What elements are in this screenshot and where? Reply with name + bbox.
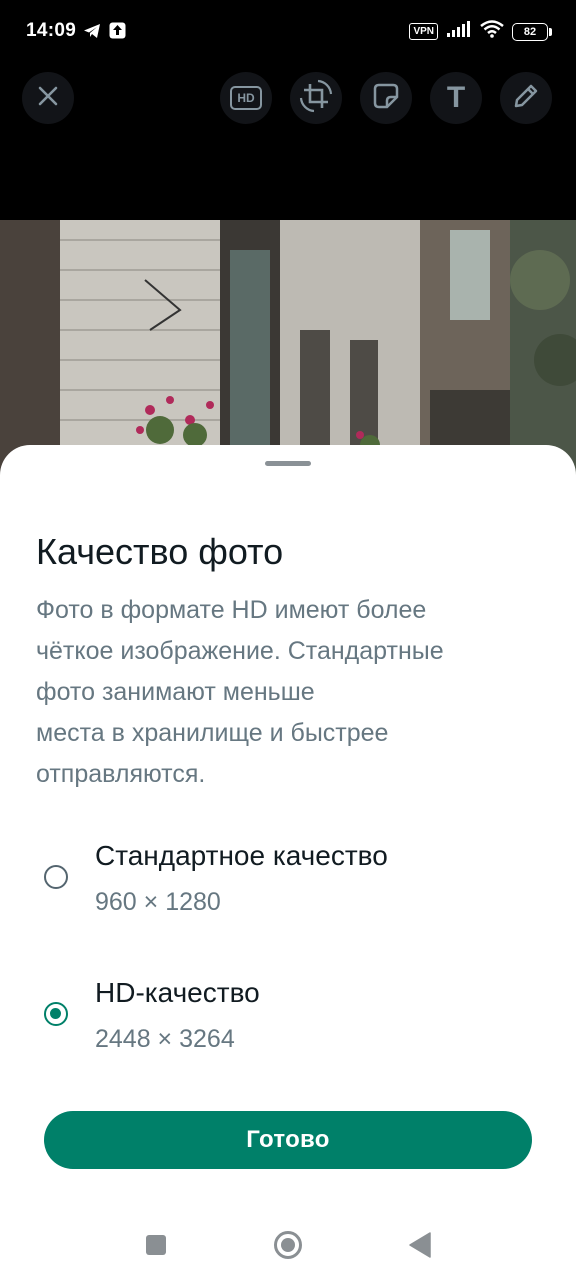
pencil-icon (512, 82, 540, 115)
status-bar: 14:09 VPN 82 (0, 0, 576, 64)
recents-square-icon (145, 1234, 167, 1261)
status-right: VPN 82 (409, 20, 552, 43)
crop-rotate-button[interactable] (290, 72, 342, 124)
home-button[interactable] (271, 1230, 305, 1264)
upload-notification-icon (109, 22, 126, 44)
sticker-icon (373, 83, 399, 114)
hd-quality-button[interactable]: HD (220, 72, 272, 124)
close-button[interactable] (22, 72, 74, 124)
photo-preview (0, 220, 576, 480)
option-resolution: 2448 × 3264 (95, 1025, 235, 1053)
radio-standard[interactable] (44, 865, 68, 889)
vpn-badge: VPN (409, 23, 438, 40)
text-tool-button[interactable]: T (430, 72, 482, 124)
done-button[interactable]: Готово (44, 1111, 532, 1169)
sheet-title: Качество фото (36, 531, 284, 572)
recents-button[interactable] (139, 1230, 173, 1264)
draw-button[interactable] (500, 72, 552, 124)
sticker-button[interactable] (360, 72, 412, 124)
option-hd-quality[interactable]: HD-качество 2448 × 3264 (0, 965, 576, 1075)
back-triangle-icon (408, 1231, 432, 1263)
telegram-icon (83, 23, 101, 44)
home-circle-icon (273, 1230, 303, 1265)
option-standard-quality[interactable]: Стандартное качество 960 × 1280 (0, 830, 576, 940)
option-label: HD-качество (95, 977, 260, 1008)
back-button[interactable] (403, 1230, 437, 1264)
wifi-icon (480, 20, 504, 43)
signal-icon (446, 21, 472, 42)
status-time: 14:09 (26, 20, 77, 41)
close-icon (37, 85, 59, 112)
drag-handle[interactable] (265, 461, 311, 466)
sheet-description: Фото в формате HD имеют более чёткое изо… (36, 596, 444, 788)
system-navbar (0, 1205, 576, 1280)
editor-toolbar: HD T (0, 64, 576, 134)
option-resolution: 960 × 1280 (95, 888, 221, 916)
text-icon: T (446, 81, 466, 114)
hd-icon-label: HD (237, 91, 255, 105)
photo-quality-sheet: Качество фото Фото в формате HD имеют бо… (0, 445, 576, 1280)
hd-icon: HD (230, 86, 262, 110)
option-label: Стандартное качество (95, 840, 388, 871)
status-left-icons (83, 22, 126, 44)
radio-hd[interactable] (44, 1002, 68, 1026)
battery-icon: 82 (512, 22, 552, 41)
crop-rotate-icon (298, 78, 334, 119)
